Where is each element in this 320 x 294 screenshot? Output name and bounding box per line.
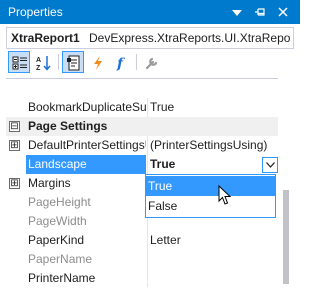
property-value[interactable]: True xyxy=(147,98,278,117)
property-value[interactable]: Letter xyxy=(147,231,278,250)
wrench-icon[interactable] xyxy=(140,51,162,73)
property-row-landscape[interactable]: Landscape True xyxy=(6,155,278,174)
categorized-icon[interactable] xyxy=(8,51,30,73)
dropdown-option-true[interactable]: True xyxy=(146,176,275,196)
script-icon[interactable]: f xyxy=(110,51,132,73)
chevron-down-icon[interactable] xyxy=(262,157,278,173)
pin-icon[interactable] xyxy=(251,3,269,21)
property-name: Landscape xyxy=(26,155,146,174)
property-name: PrinterName xyxy=(28,271,96,285)
property-name: Margins xyxy=(28,176,71,190)
svg-text:A: A xyxy=(36,57,41,64)
property-value[interactable] xyxy=(147,269,278,287)
property-name: DefaultPrinterSettingsU xyxy=(28,138,146,152)
expand-icon[interactable]: ⊞ xyxy=(9,140,20,151)
object-type: DevExpress.XtraReports.UI.XtraRepo xyxy=(89,31,291,45)
scrollbar-thumb[interactable] xyxy=(283,190,289,284)
property-name: PaperKind xyxy=(28,233,85,247)
sort-alphabetical-icon[interactable]: A Z xyxy=(32,51,54,73)
landscape-dropdown-list: True False xyxy=(145,174,276,218)
property-row-default-printer-settings[interactable]: ⊞ DefaultPrinterSettingsU (PrinterSettin… xyxy=(6,136,278,155)
svg-text:f: f xyxy=(116,56,126,71)
svg-text:Z: Z xyxy=(36,65,41,71)
landscape-value-editor[interactable]: True xyxy=(147,155,278,174)
panel-title: Properties xyxy=(8,5,63,19)
property-row-paper-kind[interactable]: PaperKind Letter xyxy=(6,231,278,250)
property-value[interactable] xyxy=(147,250,278,269)
chevron-down-icon[interactable] xyxy=(228,3,246,21)
category-page-settings[interactable]: ⊟ Page Settings xyxy=(6,117,278,136)
lightning-icon[interactable] xyxy=(86,51,108,73)
expand-icon[interactable]: ⊞ xyxy=(9,178,20,189)
object-name: XtraReport1 xyxy=(11,31,80,45)
property-name: PaperName xyxy=(28,252,93,266)
property-name: PageHeight xyxy=(28,195,91,209)
close-icon[interactable] xyxy=(274,3,292,21)
object-selector[interactable]: XtraReport1 DevExpress.XtraReports.UI.Xt… xyxy=(6,27,294,49)
property-value[interactable]: (PrinterSettingsUsing) xyxy=(147,136,278,155)
category-name: Page Settings xyxy=(28,119,108,133)
property-name: PageWidth xyxy=(28,214,87,228)
panel-title-bar[interactable]: Properties xyxy=(0,0,300,24)
properties-icon[interactable] xyxy=(62,51,84,73)
property-row-printer-name[interactable]: PrinterName xyxy=(6,269,278,287)
property-name: BookmarkDuplicateSu xyxy=(28,100,146,114)
dropdown-option-false[interactable]: False xyxy=(146,196,275,216)
property-row-bookmark-duplicate-suppress[interactable]: BookmarkDuplicateSu True xyxy=(6,98,278,117)
properties-toolbar: A Z f xyxy=(6,51,294,73)
vertical-scrollbar[interactable] xyxy=(279,78,293,287)
property-row-paper-name[interactable]: PaperName xyxy=(6,250,278,269)
mouse-cursor-icon xyxy=(218,185,232,205)
collapse-icon[interactable]: ⊟ xyxy=(9,121,20,132)
